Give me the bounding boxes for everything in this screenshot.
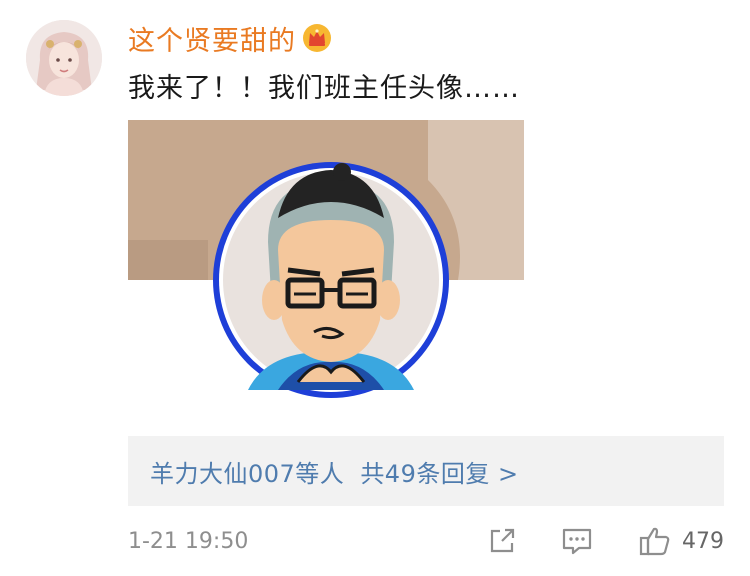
replies-names[interactable]: 羊力大仙007等人 [150,454,344,489]
share-button[interactable] [486,525,518,557]
crown-icon [302,23,332,53]
comment-image[interactable] [128,120,524,405]
user-avatar[interactable] [26,20,102,96]
comment-card: 这个贤要甜的 我来了！！我们班主任头像…… 羊力大仙007等人 共49条回复 >… [0,0,750,576]
thumbs-up-icon [639,527,670,556]
comment-footer: 1-21 19:50 479 [128,520,724,562]
username-link[interactable]: 这个贤要甜的 [128,19,296,58]
share-icon [490,528,515,553]
username-row: 这个贤要甜的 [128,18,332,58]
comment-icon [562,528,592,555]
cartoon-teacher-image [128,120,524,405]
action-bar: 479 [486,525,724,557]
avatar-portrait [26,20,102,96]
timestamp: 1-21 19:50 [128,528,249,554]
replies-count-link[interactable]: 共49条回复 > [360,454,518,489]
like-count: 479 [682,528,724,554]
replies-panel[interactable]: 羊力大仙007等人 共49条回复 > [128,436,724,506]
comment-text: 我来了！！我们班主任头像…… [128,73,520,104]
comment-button[interactable] [560,525,594,557]
like-button[interactable]: 479 [638,525,724,557]
